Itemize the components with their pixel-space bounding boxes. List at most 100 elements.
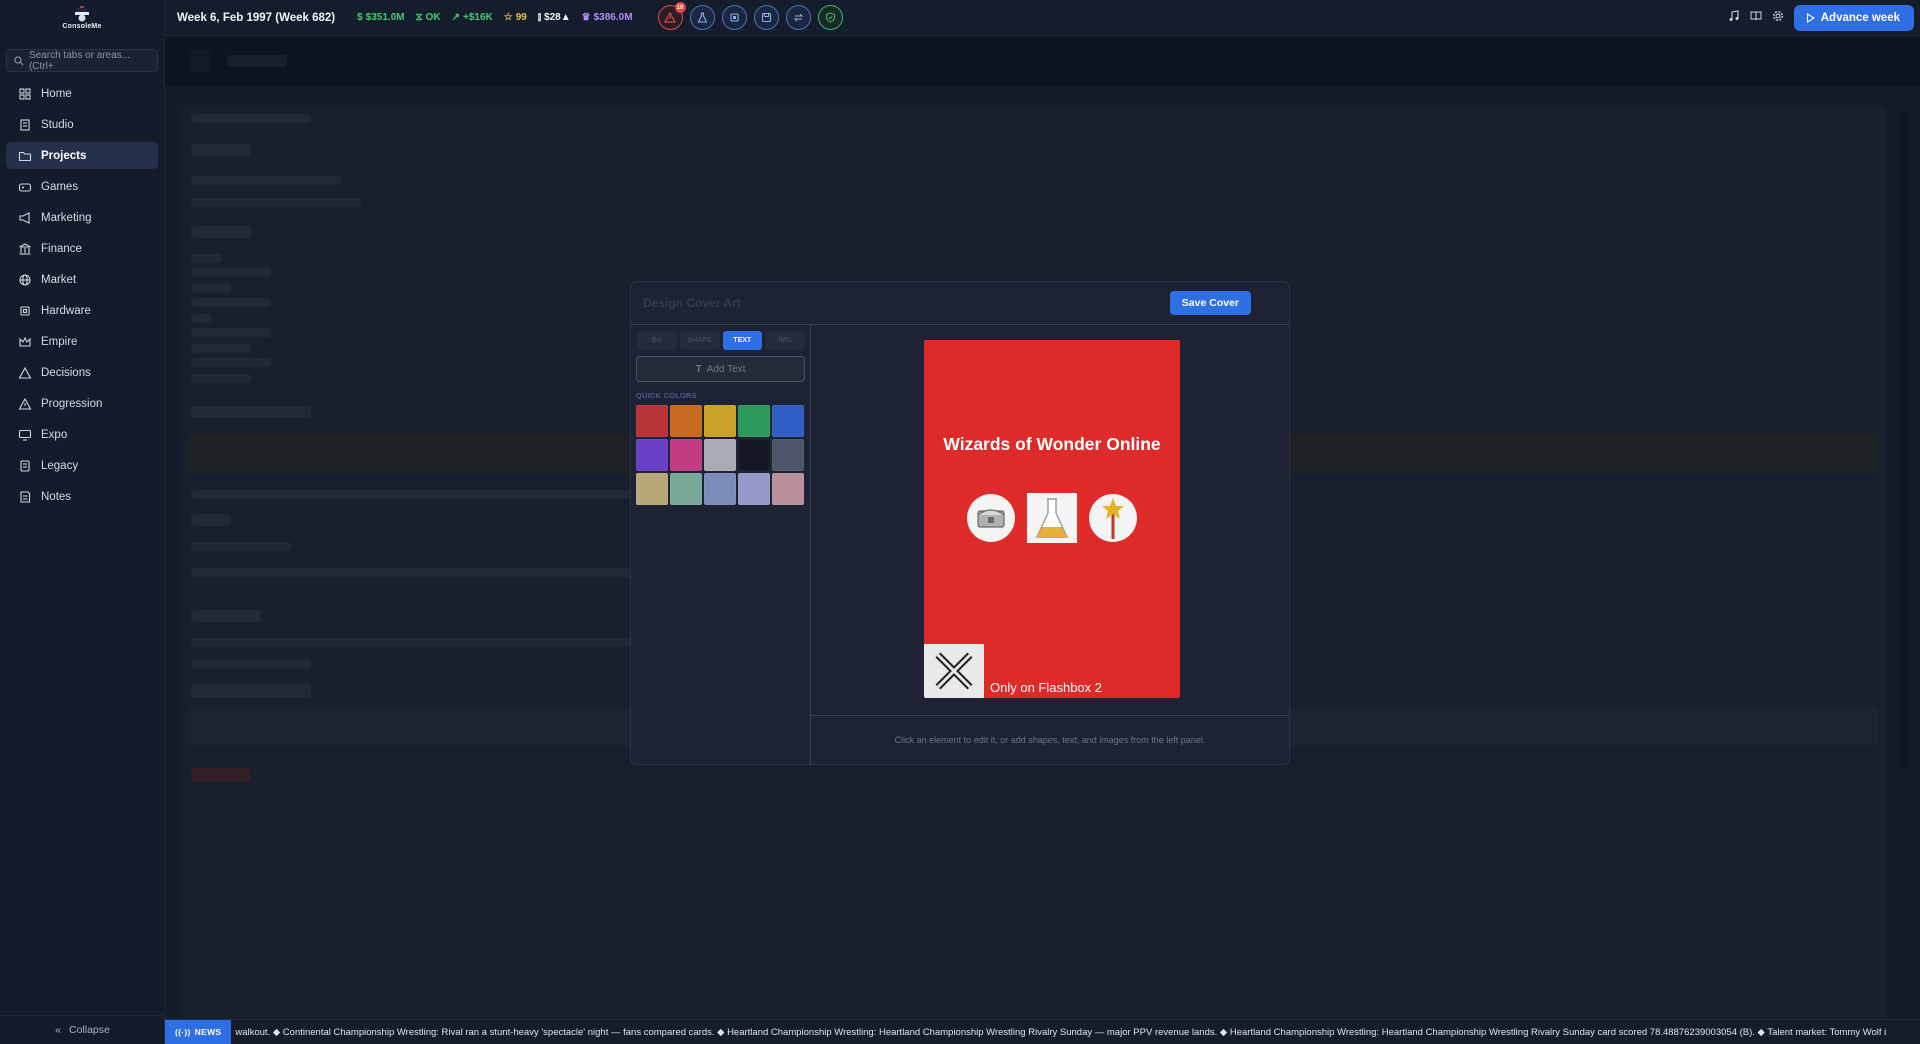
book-icon[interactable] <box>1750 9 1762 27</box>
research-button[interactable] <box>689 5 715 30</box>
news-label[interactable]: ((·)) NEWS <box>165 1020 232 1044</box>
top-bar: Week 6, Feb 1997 (Week 682) $ $351.0M ⧖ OK ↗… <box>165 0 1920 36</box>
tab-shape[interactable]: SHAPE <box>679 331 720 350</box>
color-swatch[interactable] <box>738 473 770 505</box>
music-icon[interactable] <box>1728 9 1740 27</box>
sidebar-item-empire[interactable]: Empire <box>6 328 158 355</box>
sidebar-item-label: Games <box>41 180 79 193</box>
gear-icon[interactable] <box>1772 9 1784 27</box>
color-swatch[interactable] <box>670 473 702 505</box>
sidebar-item-legacy[interactable]: Legacy <box>6 452 158 479</box>
sidebar-item-label: Finance <box>41 242 82 255</box>
week-indicator: Week 6, Feb 1997 (Week 682) <box>177 11 336 24</box>
chip-button[interactable] <box>721 5 747 30</box>
hourglass-icon: ⧖ <box>415 12 423 23</box>
color-swatch[interactable] <box>636 473 668 505</box>
logo-text: ConsoleMe <box>62 23 102 30</box>
color-swatch[interactable] <box>670 439 702 471</box>
search-icon <box>14 55 24 65</box>
sidebar-item-studio[interactable]: Studio <box>6 111 158 138</box>
modal-header: Design Cover Art Save Cover <box>631 282 1289 325</box>
save-game-button[interactable] <box>753 5 779 30</box>
trend-up-icon: ↗ <box>451 12 461 23</box>
floppy-icon <box>761 12 771 23</box>
search-input[interactable]: Search tabs or areas... (Ctrl+ <box>6 49 158 72</box>
stat-item[interactable]: ♛ $386.0M <box>582 12 633 23</box>
stat-value: 99 <box>515 12 527 23</box>
color-swatch[interactable] <box>772 473 804 505</box>
treasure-chest-icon[interactable] <box>966 493 1016 543</box>
sidebar-item-progression[interactable]: Progression <box>6 390 158 417</box>
book-icon <box>20 459 30 472</box>
stats-row: $ $351.0M ⧖ OK ↗ +$16K ☆ 99 ⫾ $28▲ ♛ $386.0M <box>357 12 643 23</box>
add-text-button[interactable]: T Add Text <box>636 356 805 382</box>
potion-flask-icon[interactable] <box>1027 493 1077 543</box>
sidebar-item-home[interactable]: Home <box>6 80 158 107</box>
sidebar-item-label: Progression <box>41 397 103 410</box>
color-swatch[interactable] <box>738 405 770 437</box>
warning-icon <box>664 12 677 23</box>
collapse-button[interactable]: « Collapse <box>0 1015 165 1044</box>
x-logo-icon[interactable] <box>924 644 984 698</box>
stat-item[interactable]: $ $351.0M <box>357 12 404 23</box>
modal-title: Design Cover Art <box>643 296 741 310</box>
cover-title-text[interactable]: Wizards of Wonder Online <box>924 434 1180 455</box>
cover-canvas[interactable]: Wizards of Wonder Online Only on Flashbo… <box>924 340 1180 698</box>
bank-icon <box>19 242 31 255</box>
color-swatch[interactable] <box>772 405 804 437</box>
sidebar-item-expo[interactable]: Expo <box>6 421 158 448</box>
sidebar-item-market[interactable]: Market <box>6 266 158 293</box>
sidebar-item-marketing[interactable]: Marketing <box>6 204 158 231</box>
sidebar-item-label: Expo <box>41 428 68 441</box>
color-swatch[interactable] <box>670 405 702 437</box>
add-text-label: Add Text <box>706 363 746 375</box>
sidebar-item-games[interactable]: Games <box>6 173 158 200</box>
color-swatch[interactable] <box>738 439 770 471</box>
text-icon: T <box>695 363 702 375</box>
sidebar-item-notes[interactable]: Notes <box>6 483 158 510</box>
sidebar-item-projects[interactable]: Projects <box>6 142 158 169</box>
stat-value: +$16K <box>463 12 493 23</box>
color-swatch[interactable] <box>772 439 804 471</box>
color-swatch[interactable] <box>704 473 736 505</box>
editor-hint: Click an element to edit it, or add shap… <box>811 715 1289 764</box>
sidebar-item-finance[interactable]: Finance <box>6 235 158 262</box>
swap-icon <box>793 13 803 22</box>
trend-icon <box>18 397 32 410</box>
shield-button[interactable] <box>817 5 843 30</box>
stat-item[interactable]: ☆ 99 <box>504 12 527 23</box>
sidebar-item-label: Home <box>41 87 72 100</box>
stat-item[interactable]: ↗ +$16K <box>452 12 493 23</box>
platform-text[interactable]: Only on Flashbox 2 <box>990 680 1102 695</box>
chip-icon <box>729 13 739 22</box>
sidebar-item-label: Empire <box>41 335 78 348</box>
bar-chart-icon: ⫾ <box>537 12 542 23</box>
magic-wand-icon[interactable] <box>1088 493 1138 543</box>
sidebar-item-label: Hardware <box>41 304 91 317</box>
color-swatch[interactable] <box>636 405 668 437</box>
tab-img[interactable]: IMG <box>765 331 805 350</box>
advance-week-button[interactable]: Advance week <box>1793 5 1914 31</box>
transfer-button[interactable] <box>785 5 811 30</box>
sidebar-item-hardware[interactable]: Hardware <box>6 297 158 324</box>
app-logo[interactable]: ConsoleMe <box>0 0 164 36</box>
alerts-button[interactable]: 19 <box>657 2 686 30</box>
color-swatch[interactable] <box>704 405 736 437</box>
stat-item[interactable]: ⧖ OK <box>416 12 441 23</box>
color-swatch[interactable] <box>704 439 736 471</box>
tab-bg[interactable]: BG <box>637 331 677 350</box>
editor-left-panel: BG SHAPE TEXT IMG T Add Text QUICK COLORS <box>631 325 811 764</box>
tab-text[interactable]: TEXT <box>722 331 763 350</box>
dollar-icon: $ <box>357 12 363 23</box>
news-ticker-text: walkout. ◆ Continental Championship Wres… <box>235 1026 1887 1038</box>
sidebar-item-decisions[interactable]: Decisions <box>6 359 158 386</box>
sidebar-item-label: Marketing <box>41 211 92 224</box>
monitor-icon <box>18 429 32 441</box>
stat-item[interactable]: ⫾ $28▲ <box>538 12 571 23</box>
cover-canvas-area: Wizards of Wonder Online Only on Flashbo… <box>811 325 1289 715</box>
color-swatch[interactable] <box>636 439 668 471</box>
save-cover-button[interactable]: Save Cover <box>1169 291 1251 315</box>
sidebar-item-label: Legacy <box>41 459 79 472</box>
sidebar-item-label: Projects <box>41 149 87 162</box>
folder-icon <box>18 151 32 161</box>
